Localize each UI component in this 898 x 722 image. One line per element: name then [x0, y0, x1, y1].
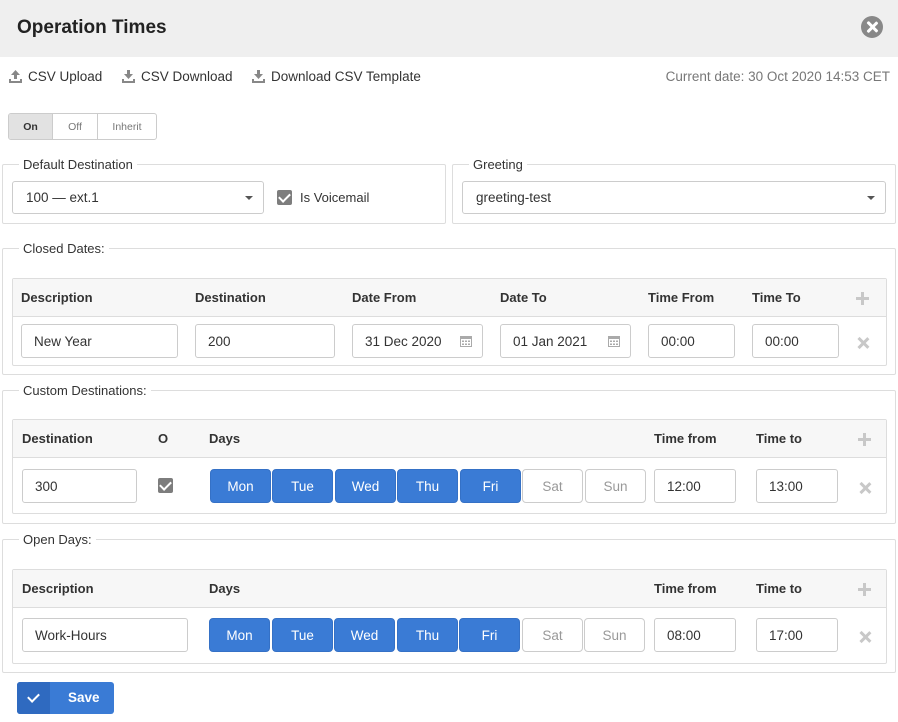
- check-icon: [17, 682, 50, 714]
- download-icon: [252, 70, 265, 83]
- add-row-icon[interactable]: [858, 583, 871, 596]
- destination-input[interactable]: 200: [195, 324, 335, 358]
- download-template-label: Download CSV Template: [271, 69, 421, 84]
- day-toggle[interactable]: Thu: [397, 469, 458, 503]
- date-to-value: 01 Jan 2021: [513, 333, 588, 349]
- description-input[interactable]: New Year: [21, 324, 178, 358]
- day-toggle[interactable]: Tue: [272, 618, 333, 652]
- column-header: Time To: [752, 290, 801, 305]
- column-header: Time to: [756, 581, 802, 596]
- time-from-input[interactable]: 00:00: [648, 324, 735, 358]
- day-toggle[interactable]: Sat: [522, 618, 583, 652]
- day-toggle[interactable]: Wed: [334, 618, 395, 652]
- greeting-legend: Greeting: [473, 157, 523, 172]
- is-voicemail-label: Is Voicemail: [300, 190, 370, 205]
- csv-upload-link[interactable]: CSV Upload: [8, 69, 102, 84]
- caret-down-icon: [867, 196, 875, 200]
- csv-download-label: CSV Download: [141, 69, 233, 84]
- day-toggle[interactable]: Sun: [584, 618, 645, 652]
- date-to-input[interactable]: 01 Jan 2021: [500, 324, 631, 358]
- calendar-icon: [608, 336, 620, 347]
- column-header: Destination: [22, 431, 93, 446]
- time-to-input[interactable]: 13:00: [756, 469, 838, 503]
- close-icon[interactable]: [861, 16, 883, 38]
- time-to-input[interactable]: 17:00: [756, 618, 838, 652]
- upload-icon: [9, 70, 22, 83]
- is-voicemail-checkbox[interactable]: [277, 190, 292, 205]
- date-from-value: 31 Dec 2020: [365, 333, 442, 349]
- column-header: Description: [21, 290, 93, 305]
- default-destination-legend: Default Destination: [23, 157, 133, 172]
- day-toggle[interactable]: Sat: [522, 469, 583, 503]
- destination-input[interactable]: 300: [22, 469, 137, 503]
- description-input[interactable]: Work-Hours: [22, 618, 188, 652]
- mode-on-button[interactable]: On: [9, 114, 53, 139]
- csv-download-link[interactable]: CSV Download: [121, 69, 233, 84]
- default-destination-select[interactable]: 100 — ext.1: [12, 181, 264, 214]
- day-toggle[interactable]: Fri: [460, 469, 521, 503]
- caret-down-icon: [245, 196, 253, 200]
- time-to-input[interactable]: 00:00: [752, 324, 839, 358]
- csv-upload-label: CSV Upload: [28, 69, 103, 84]
- download-template-link[interactable]: Download CSV Template: [251, 69, 421, 84]
- column-header: Days: [209, 581, 241, 596]
- day-toggle[interactable]: Tue: [272, 469, 333, 503]
- column-header: Destination: [195, 290, 266, 305]
- open-days-table: Description Days Time from Time to Work-…: [12, 569, 887, 664]
- custom-destinations-table: Destination O Days Time from Time to 300…: [12, 419, 887, 514]
- remove-row-icon[interactable]: [859, 482, 871, 494]
- table-header: Destination O Days Time from Time to: [13, 420, 886, 458]
- column-header: Description: [22, 581, 94, 596]
- add-row-icon[interactable]: [856, 292, 869, 305]
- day-toggle[interactable]: Mon: [210, 469, 271, 503]
- greeting-select[interactable]: greeting-test: [462, 181, 886, 214]
- greeting-value: greeting-test: [476, 190, 552, 205]
- column-header: Time to: [756, 431, 802, 446]
- column-header: Date From: [352, 290, 417, 305]
- day-toggle[interactable]: Thu: [397, 618, 458, 652]
- toolbar: CSV Upload CSV Download Download CSV Tem…: [0, 69, 898, 87]
- day-toggle[interactable]: Mon: [209, 618, 270, 652]
- column-header: Time from: [654, 581, 717, 596]
- time-from-input[interactable]: 12:00: [654, 469, 736, 503]
- day-toggle[interactable]: Wed: [335, 469, 396, 503]
- save-label: Save: [68, 690, 100, 705]
- mode-toggle: On Off Inherit: [8, 113, 157, 140]
- column-header: Days: [209, 431, 241, 446]
- o-checkbox[interactable]: [158, 478, 173, 493]
- mode-inherit-button[interactable]: Inherit: [98, 114, 156, 139]
- mode-off-button[interactable]: Off: [53, 114, 98, 139]
- calendar-icon: [460, 336, 472, 347]
- save-button[interactable]: Save: [17, 682, 114, 714]
- open-days-legend: Open Days:: [23, 532, 92, 547]
- day-toggle[interactable]: Fri: [459, 618, 520, 652]
- column-header: Time from: [654, 431, 717, 446]
- dialog-header: Operation Times: [0, 0, 898, 57]
- table-header: Description Destination Date From Date T…: [13, 279, 886, 317]
- remove-row-icon[interactable]: [859, 631, 871, 643]
- table-header: Description Days Time from Time to: [13, 570, 886, 608]
- column-header: Time From: [648, 290, 715, 305]
- default-destination-value: 100 — ext.1: [26, 190, 99, 205]
- current-date: Current date: 30 Oct 2020 14:53 CET: [665, 69, 890, 84]
- dialog-title: Operation Times: [17, 17, 167, 38]
- date-from-input[interactable]: 31 Dec 2020: [352, 324, 483, 358]
- day-toggle[interactable]: Sun: [585, 469, 646, 503]
- closed-dates-legend: Closed Dates:: [23, 241, 105, 256]
- remove-row-icon[interactable]: [857, 337, 869, 349]
- add-row-icon[interactable]: [858, 433, 871, 446]
- custom-destinations-legend: Custom Destinations:: [23, 383, 147, 398]
- column-header: Date To: [500, 290, 547, 305]
- column-header: O: [158, 431, 169, 446]
- download-icon: [122, 70, 135, 83]
- time-from-input[interactable]: 08:00: [654, 618, 736, 652]
- closed-dates-table: Description Destination Date From Date T…: [12, 278, 887, 366]
